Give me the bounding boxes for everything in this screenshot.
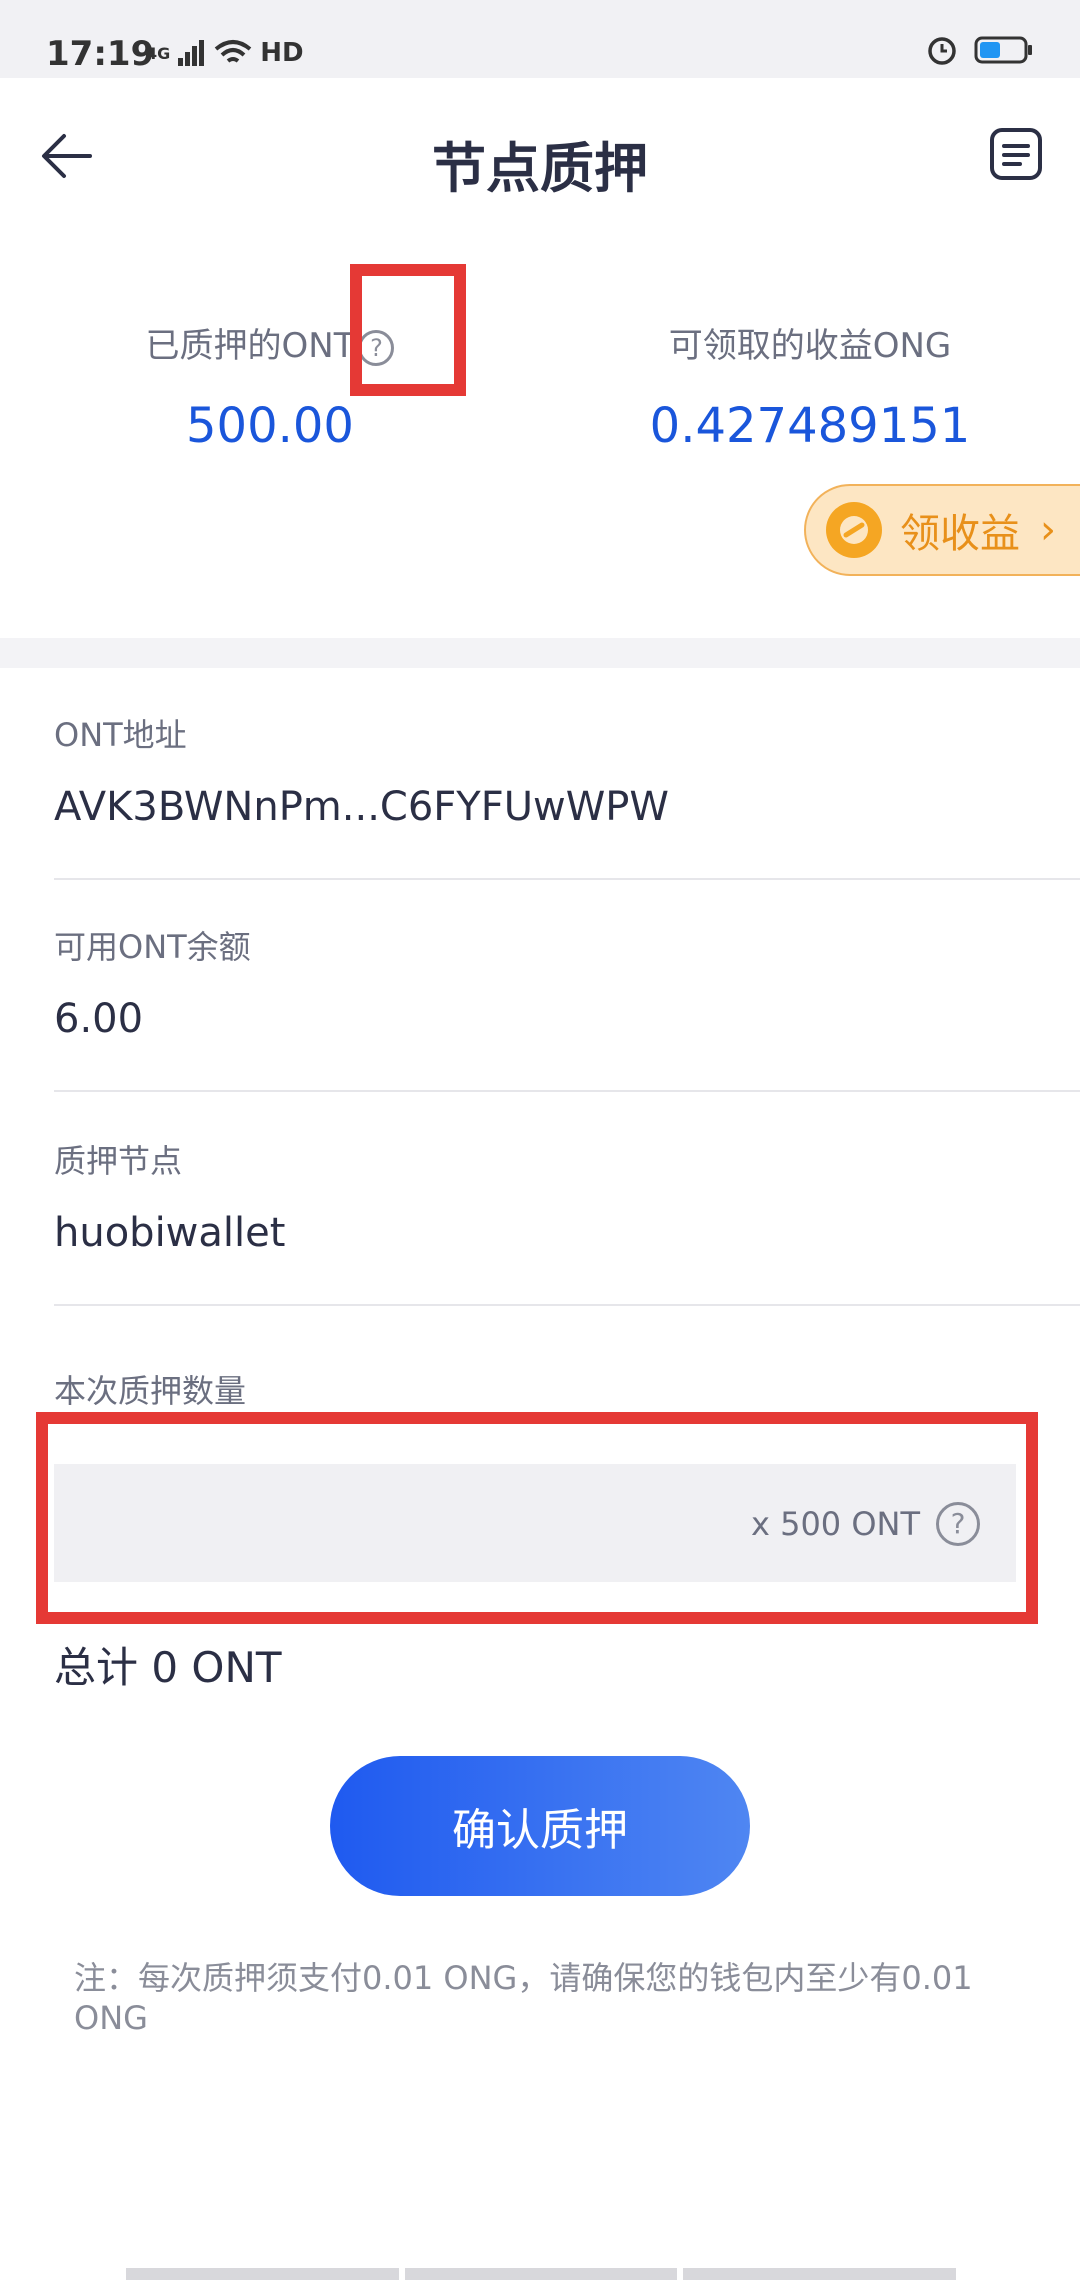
node-label: 质押节点: [54, 1142, 183, 1180]
status-right: [926, 34, 1034, 66]
status-time: 17:19: [46, 34, 155, 74]
stake-summary: 已质押的ONT? 500.00 可领取的收益ONG 0.427489151: [0, 228, 1080, 638]
claim-reward-button[interactable]: 领收益 ›: [804, 484, 1080, 576]
signal-icon: [178, 40, 205, 66]
address-field: ONT地址 AVK3BWNnPm...C6FYFUwWPW: [54, 710, 1080, 830]
claim-reward-label: 领收益: [900, 511, 1020, 557]
balance-label: 可用ONT余额: [54, 928, 251, 966]
record-list-icon[interactable]: [988, 126, 1044, 182]
divider-line: [54, 1304, 1080, 1306]
amount-label: 本次质押数量: [54, 1372, 247, 1410]
status-bar: 17:19 4G HD: [0, 0, 1080, 78]
section-divider: [0, 638, 1080, 668]
balance-field: 可用ONT余额 6.00: [54, 922, 1080, 1042]
bottom-tab-segment: [404, 2268, 678, 2280]
divider-line: [54, 1090, 1080, 1092]
node-value: huobiwallet: [54, 1210, 286, 1256]
reward-ong-value: 0.427489151: [649, 398, 971, 454]
page-title: 节点质押: [432, 137, 648, 200]
balance-value: 6.00: [54, 996, 144, 1042]
address-value: AVK3BWNnPm...C6FYFUwWPW: [54, 784, 669, 830]
chevron-right-icon: ›: [1040, 507, 1056, 553]
coin-icon: [826, 502, 882, 558]
fee-note: 注：每次质押须支付0.01 ONG，请确保您的钱包内至少有0.01 ONG: [74, 1959, 973, 2037]
network-type-label: 4G: [146, 43, 171, 63]
bottom-tab-segment: [683, 2268, 957, 2280]
total-amount: 总计 0 ONT: [54, 1643, 282, 1692]
reward-ong-label: 可领取的收益ONG: [668, 326, 952, 366]
address-label: ONT地址: [54, 716, 187, 754]
stake-page: 17:19 4G HD 节点质押 已质押的ONT ? 500.00 可领取的收益…: [0, 0, 1080, 2280]
node-field: 质押节点 huobiwallet: [54, 1136, 1080, 1256]
battery-icon: [974, 36, 1032, 64]
highlight-box-amount: [36, 1412, 1038, 1624]
status-icons: 4G HD: [146, 38, 304, 68]
app-bar: 节点质押: [0, 78, 1080, 228]
bottom-tab-segment: [126, 2268, 399, 2280]
staked-ont-value: 500.00: [186, 398, 354, 454]
bottom-navigation-hint: [126, 2268, 957, 2280]
alarm-icon: [928, 37, 956, 65]
amount-field: 本次质押数量: [54, 1366, 1080, 1412]
confirm-stake-button[interactable]: 确认质押: [330, 1756, 750, 1896]
hd-icon: HD: [260, 38, 304, 68]
wifi-icon: [214, 40, 252, 63]
divider-line: [54, 878, 1080, 880]
highlight-box-help: [350, 264, 466, 396]
